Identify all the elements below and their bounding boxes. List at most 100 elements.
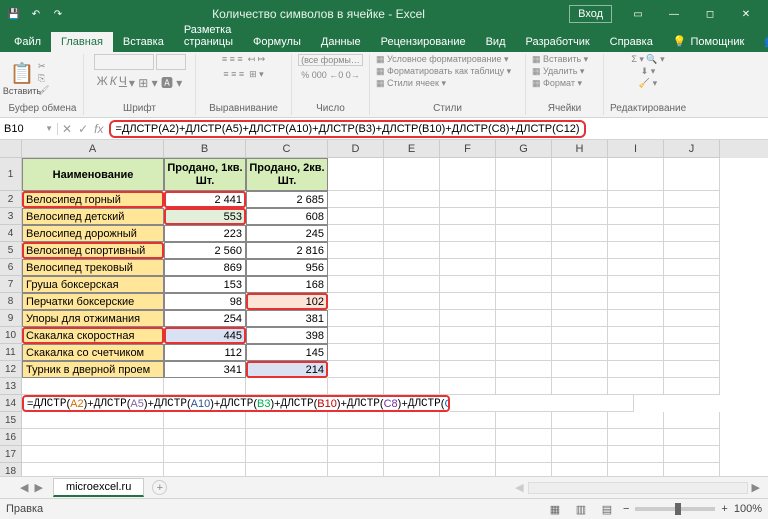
cell-name[interactable]: Велосипед трековый xyxy=(22,259,164,276)
col-header-c[interactable]: C xyxy=(246,140,328,158)
row-header[interactable]: 15 xyxy=(0,412,22,429)
sheet-tab-active[interactable]: microexcel.ru xyxy=(53,478,144,497)
view-normal-icon[interactable]: ▦ xyxy=(545,501,565,517)
col-header-g[interactable]: G xyxy=(496,140,552,158)
cell-c[interactable]: 2 816 xyxy=(246,242,328,259)
view-layout-icon[interactable]: ▥ xyxy=(571,501,591,517)
cell-c[interactable]: 145 xyxy=(246,344,328,361)
redo-icon[interactable]: ↷ xyxy=(48,4,68,24)
cell-c[interactable]: 102 xyxy=(246,293,328,310)
zoom-value[interactable]: 100% xyxy=(734,503,762,515)
cell-c[interactable]: 608 xyxy=(246,208,328,225)
undo-icon[interactable]: ↶ xyxy=(26,4,46,24)
tab-view[interactable]: Вид xyxy=(476,32,516,52)
maximize-icon[interactable]: ◻ xyxy=(692,0,728,28)
col-header-h[interactable]: H xyxy=(552,140,608,158)
cell-b[interactable]: 223 xyxy=(164,225,246,242)
minimize-icon[interactable]: — xyxy=(656,0,692,28)
format-painter-icon[interactable]: 🖌 xyxy=(38,85,49,96)
insert-cells-button[interactable]: ▦ Вставить ▾ xyxy=(532,54,588,65)
assistant-button[interactable]: 💡Помощник xyxy=(663,31,755,52)
row-header[interactable]: 3 xyxy=(0,208,22,225)
enter-formula-icon[interactable]: ✓ xyxy=(78,122,88,136)
header-name[interactable]: Наименование xyxy=(22,158,164,191)
col-header-d[interactable]: D xyxy=(328,140,384,158)
cell-b[interactable]: 98 xyxy=(164,293,246,310)
cell-b[interactable]: 341 xyxy=(164,361,246,378)
cell-name[interactable]: Груша боксерская xyxy=(22,276,164,293)
cell-b[interactable]: 153 xyxy=(164,276,246,293)
sheet-prev-icon[interactable]: ◀ xyxy=(20,481,28,494)
cell-name[interactable]: Скакалка скоростная xyxy=(22,327,164,344)
col-header-i[interactable]: I xyxy=(608,140,664,158)
cell-b[interactable]: 112 xyxy=(164,344,246,361)
fx-icon[interactable]: fx xyxy=(94,122,103,136)
sheet-next-icon[interactable]: ▶ xyxy=(34,481,42,494)
share-button[interactable]: 👥Поделиться xyxy=(754,31,768,52)
row-header[interactable]: 4 xyxy=(0,225,22,242)
cell-name[interactable]: Скакалка со счетчиком xyxy=(22,344,164,361)
tab-review[interactable]: Рецензирование xyxy=(371,32,476,52)
zoom-in-icon[interactable]: + xyxy=(721,503,727,515)
zoom-slider[interactable] xyxy=(635,507,715,511)
view-break-icon[interactable]: ▤ xyxy=(597,501,617,517)
row-header[interactable]: 16 xyxy=(0,429,22,446)
tab-home[interactable]: Главная xyxy=(51,32,113,52)
cell-name[interactable]: Велосипед дорожный xyxy=(22,225,164,242)
formula-bar[interactable]: =ДЛСТР(A2)+ДЛСТР(A5)+ДЛСТР(A10)+ДЛСТР(B3… xyxy=(107,119,768,139)
header-b[interactable]: Продано, 1кв.Шт. xyxy=(164,158,246,191)
copy-icon[interactable]: ⎘ xyxy=(38,73,49,84)
cond-format-button[interactable]: ▦ Условное форматирование ▾ xyxy=(376,54,509,65)
zoom-out-icon[interactable]: − xyxy=(623,503,629,515)
row-header[interactable]: 9 xyxy=(0,310,22,327)
delete-cells-button[interactable]: ▦ Удалить ▾ xyxy=(532,66,584,77)
row-header[interactable]: 7 xyxy=(0,276,22,293)
row-header[interactable]: 1 xyxy=(0,158,22,191)
cell-b[interactable]: 2 441 xyxy=(164,191,246,208)
select-all-corner[interactable] xyxy=(0,140,22,158)
row-header[interactable]: 14 xyxy=(0,395,22,412)
format-table-button[interactable]: ▦ Форматировать как таблицу ▾ xyxy=(376,66,511,77)
cell-styles-button[interactable]: ▦ Стили ячеек ▾ xyxy=(376,78,446,89)
cell-b[interactable]: 445 xyxy=(164,327,246,344)
col-header-e[interactable]: E xyxy=(384,140,440,158)
add-sheet-icon[interactable]: + xyxy=(152,480,167,495)
cell-c[interactable]: 168 xyxy=(246,276,328,293)
cut-icon[interactable]: ✂ xyxy=(38,61,49,72)
cell-c[interactable]: 2 685 xyxy=(246,191,328,208)
header-c[interactable]: Продано, 2кв.Шт. xyxy=(246,158,328,191)
row-header[interactable]: 2 xyxy=(0,191,22,208)
save-icon[interactable]: 💾 xyxy=(4,4,24,24)
row-header[interactable]: 11 xyxy=(0,344,22,361)
chevron-down-icon[interactable]: ▼ xyxy=(45,124,53,133)
row-header[interactable]: 17 xyxy=(0,446,22,463)
login-button[interactable]: Вход xyxy=(569,5,612,23)
cell-b[interactable]: 553 xyxy=(164,208,246,225)
col-header-f[interactable]: F xyxy=(440,140,496,158)
col-header-b[interactable]: B xyxy=(164,140,246,158)
row-header[interactable]: 5 xyxy=(0,242,22,259)
cell-name[interactable]: Упоры для отжимания xyxy=(22,310,164,327)
ribbon-options-icon[interactable]: ▭ xyxy=(620,0,656,28)
row-header[interactable]: 18 xyxy=(0,463,22,476)
cell-b[interactable]: 2 560 xyxy=(164,242,246,259)
row-header[interactable]: 12 xyxy=(0,361,22,378)
cell-name[interactable]: Перчатки боксерские xyxy=(22,293,164,310)
cell-name[interactable]: Велосипед спортивный xyxy=(22,242,164,259)
cell-c[interactable]: 398 xyxy=(246,327,328,344)
tab-layout[interactable]: Разметка страницы xyxy=(174,20,243,52)
cell-name[interactable]: Велосипед горный xyxy=(22,191,164,208)
tab-insert[interactable]: Вставка xyxy=(113,32,174,52)
cell-b[interactable]: 254 xyxy=(164,310,246,327)
tab-formulas[interactable]: Формулы xyxy=(243,32,311,52)
tab-file[interactable]: Файл xyxy=(4,32,51,52)
name-box[interactable]: B10▼ xyxy=(0,123,58,135)
tab-data[interactable]: Данные xyxy=(311,32,371,52)
close-icon[interactable]: ✕ xyxy=(728,0,764,28)
cell-c[interactable]: 214 xyxy=(246,361,328,378)
cell-c[interactable]: 381 xyxy=(246,310,328,327)
col-header-a[interactable]: A xyxy=(22,140,164,158)
cell-name[interactable]: Велосипед детский xyxy=(22,208,164,225)
cell-b[interactable]: 869 xyxy=(164,259,246,276)
hscroll[interactable] xyxy=(528,482,748,494)
